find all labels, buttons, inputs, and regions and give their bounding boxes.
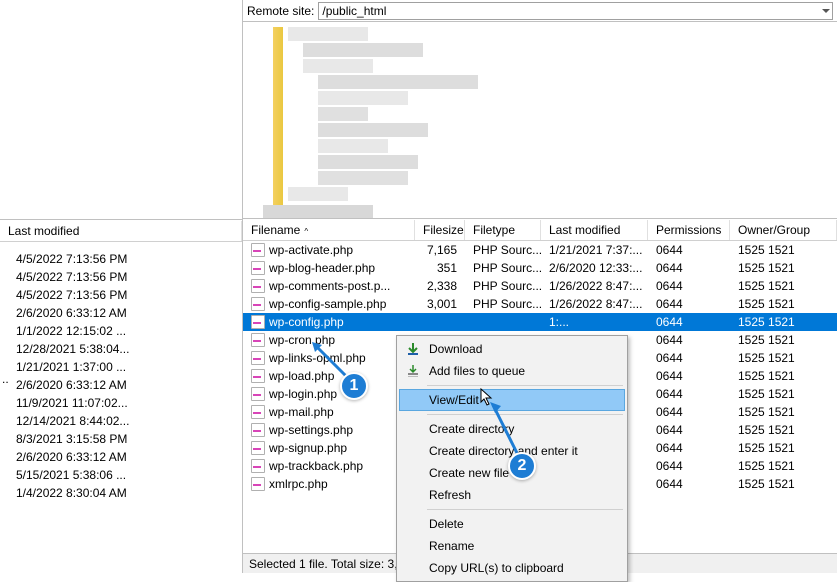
truncation-indicator: .. xyxy=(2,372,9,386)
php-file-icon xyxy=(251,387,265,401)
menu-rename[interactable]: Rename xyxy=(399,535,625,557)
list-item[interactable]: 2/6/2020 6:33:12 AM xyxy=(0,376,242,394)
col-filename[interactable]: Filename^ xyxy=(243,220,415,240)
remote-tree[interactable] xyxy=(243,22,837,219)
remote-site-label: Remote site: xyxy=(247,4,314,18)
php-file-icon xyxy=(251,441,265,455)
list-item[interactable]: 12/28/2021 5:38:04... xyxy=(0,340,242,358)
php-file-icon xyxy=(251,405,265,419)
php-file-icon xyxy=(251,369,265,383)
remote-site-bar: Remote site: /public_html xyxy=(243,0,837,22)
list-item[interactable]: 1/4/2022 8:30:04 AM xyxy=(0,484,242,502)
php-file-icon xyxy=(251,333,265,347)
list-item[interactable]: 2/6/2020 6:33:12 AM xyxy=(0,448,242,466)
menu-add-queue[interactable]: Add files to queue xyxy=(399,360,625,382)
col-filesize[interactable]: Filesize xyxy=(415,220,465,240)
php-file-icon xyxy=(251,351,265,365)
table-row[interactable]: wp-blog-header.php351PHP Sourc...2/6/202… xyxy=(243,259,837,277)
list-item[interactable]: 8/3/2021 3:15:58 PM xyxy=(0,430,242,448)
php-file-icon xyxy=(251,315,265,329)
list-item[interactable]: 5/15/2021 5:38:06 ... xyxy=(0,466,242,484)
menu-download[interactable]: Download xyxy=(399,338,625,360)
left-file-list: 4/5/2022 7:13:56 PM4/5/2022 7:13:56 PM4/… xyxy=(0,242,242,502)
sort-asc-icon: ^ xyxy=(304,227,308,236)
php-file-icon xyxy=(251,279,265,293)
right-header: Filename^ Filesize Filetype Last modifie… xyxy=(243,219,837,241)
list-item[interactable]: 11/9/2021 11:07:02... xyxy=(0,394,242,412)
download-icon xyxy=(405,341,421,357)
list-item[interactable]: 2/6/2020 6:33:12 AM xyxy=(0,304,242,322)
php-file-icon xyxy=(251,243,265,257)
table-row[interactable]: wp-config-sample.php3,001PHP Sourc...1/2… xyxy=(243,295,837,313)
col-perms[interactable]: Permissions xyxy=(648,220,730,240)
menu-delete[interactable]: Delete xyxy=(399,513,625,535)
left-header[interactable]: Last modified xyxy=(0,220,242,242)
menu-copy-url[interactable]: Copy URL(s) to clipboard xyxy=(399,557,625,579)
table-row[interactable]: wp-comments-post.p...2,338PHP Sourc...1/… xyxy=(243,277,837,295)
list-item[interactable]: 4/5/2022 7:13:56 PM xyxy=(0,286,242,304)
list-item[interactable]: 4/5/2022 7:13:56 PM xyxy=(0,250,242,268)
col-modified[interactable]: Last modified xyxy=(541,220,648,240)
php-file-icon xyxy=(251,297,265,311)
queue-icon xyxy=(405,363,421,379)
table-row[interactable]: wp-activate.php7,165PHP Sourc...1/21/202… xyxy=(243,241,837,259)
menu-refresh[interactable]: Refresh xyxy=(399,484,625,506)
annotation-arrow-2 xyxy=(488,400,528,460)
php-file-icon xyxy=(251,477,265,491)
annotation-badge-1: 1 xyxy=(340,372,368,400)
list-item[interactable]: 12/14/2021 8:44:02... xyxy=(0,412,242,430)
col-last-modified[interactable]: Last modified xyxy=(0,221,242,241)
list-item[interactable]: 1/1/2022 12:15:02 ... xyxy=(0,322,242,340)
col-filetype[interactable]: Filetype xyxy=(465,220,541,240)
cursor-icon xyxy=(480,388,496,408)
list-item[interactable]: 4/5/2022 7:13:56 PM xyxy=(0,268,242,286)
php-file-icon xyxy=(251,459,265,473)
annotation-badge-2: 2 xyxy=(508,452,536,480)
remote-path-input[interactable]: /public_html xyxy=(318,2,833,20)
table-row[interactable]: wp-config.php1:...06441525 1521 xyxy=(243,313,837,331)
php-file-icon xyxy=(251,423,265,437)
list-item[interactable]: 1/21/2021 1:37:00 ... xyxy=(0,358,242,376)
col-owner[interactable]: Owner/Group xyxy=(730,220,837,240)
chevron-down-icon[interactable] xyxy=(822,7,830,15)
php-file-icon xyxy=(251,261,265,275)
